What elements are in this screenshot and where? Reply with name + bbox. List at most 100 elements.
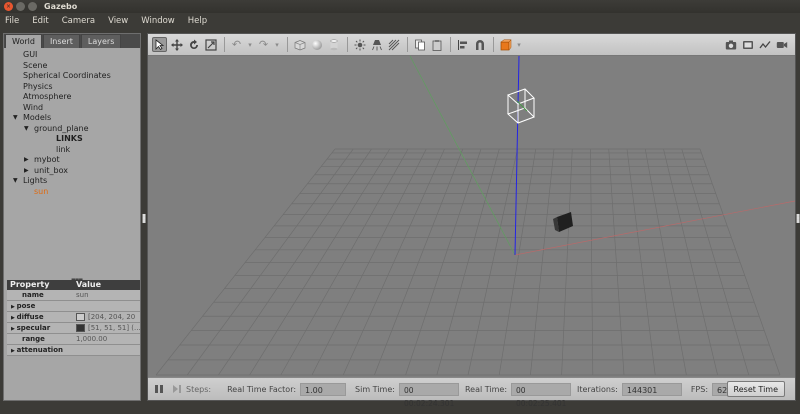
tree-item-spherical-coordinates[interactable]: Spherical Coordinates: [4, 71, 140, 82]
tree-item-physics[interactable]: Physics: [4, 82, 140, 93]
menu-window[interactable]: Window: [141, 16, 175, 26]
value-column-header: Value: [76, 280, 102, 289]
color-swatch[interactable]: [76, 313, 85, 321]
close-window-button[interactable]: ×: [4, 2, 13, 11]
property-value-text: 1,000.00: [76, 334, 108, 343]
tree-item-ground-plane[interactable]: ▼ ground_plane: [4, 124, 140, 135]
tree-item-lights[interactable]: ▼ Lights: [4, 176, 140, 187]
collapse-arrow-icon[interactable]: ▶: [24, 166, 29, 177]
undo-icon[interactable]: ↶: [229, 37, 244, 52]
toolbar-separator: [287, 37, 288, 52]
tree-item-atmosphere[interactable]: Atmosphere: [4, 92, 140, 103]
menu-help[interactable]: Help: [188, 16, 207, 26]
redo-icon[interactable]: ↷: [256, 37, 271, 52]
box-shape-icon[interactable]: [292, 37, 307, 52]
left-panel-resize-handle[interactable]: ▪ ▪ ▪: [142, 213, 146, 225]
property-row-pose[interactable]: ▶ pose: [7, 301, 140, 312]
undo-history-icon[interactable]: ▾: [246, 37, 254, 52]
reset-time-button[interactable]: Reset Time: [726, 381, 785, 397]
plot-icon[interactable]: [757, 37, 772, 52]
tree-item-link[interactable]: link: [4, 145, 140, 156]
property-value-text: [51, 51, 51] (...: [88, 323, 140, 332]
steps-label: Steps:: [186, 384, 212, 394]
tree-item-links[interactable]: LINKS: [4, 134, 140, 145]
rotate-mode-icon[interactable]: [186, 37, 201, 52]
property-row-range[interactable]: range 1,000.00: [7, 334, 140, 345]
property-name-text: diffuse: [16, 313, 44, 321]
tree-item-mybot[interactable]: ▶ mybot: [4, 155, 140, 166]
change-view-dropdown-icon[interactable]: ▾: [515, 37, 523, 52]
collapse-arrow-icon[interactable]: ▶: [24, 155, 29, 166]
directional-light-icon[interactable]: [386, 37, 401, 52]
menu-edit[interactable]: Edit: [32, 16, 48, 26]
expand-arrow-icon[interactable]: ▼: [13, 176, 18, 187]
property-value[interactable]: sun: [73, 290, 140, 300]
property-name-text: attenuation: [16, 346, 63, 354]
tree-item-label: Spherical Coordinates: [23, 71, 111, 80]
cylinder-shape-icon[interactable]: [326, 37, 341, 52]
property-name: ▶ pose: [7, 301, 140, 311]
maximize-window-button[interactable]: [28, 2, 37, 11]
left-tabs: World Insert Layers: [4, 34, 140, 48]
left-panel: World Insert Layers GUI Scene Spherical Co…: [3, 33, 141, 401]
translate-mode-icon[interactable]: [169, 37, 184, 52]
tree-item-label: sun: [34, 186, 49, 196]
property-name: ▶ attenuation: [7, 345, 140, 355]
point-light-icon[interactable]: [352, 37, 367, 52]
real-time-label: Real Time:: [464, 384, 508, 394]
property-value[interactable]: 1,000.00: [73, 334, 140, 344]
scale-mode-icon[interactable]: [203, 37, 218, 52]
video-record-icon[interactable]: [774, 37, 789, 52]
y-axis-line: [409, 56, 516, 256]
property-row-attenuation[interactable]: ▶ attenuation: [7, 345, 140, 356]
log-icon[interactable]: [740, 37, 755, 52]
property-row-specular[interactable]: ▶ specular [51, 51, 51] (...: [7, 323, 140, 334]
select-mode-icon[interactable]: [152, 37, 167, 52]
tree-item-label: LINKS: [56, 134, 83, 143]
color-swatch[interactable]: [76, 324, 85, 332]
tree-item-unit-box[interactable]: ▶ unit_box: [4, 166, 140, 177]
copy-icon[interactable]: [412, 37, 427, 52]
unit-box-model[interactable]: [553, 212, 573, 232]
viewport-toolbar: ↶ ▾ ↷ ▾ ▾: [148, 34, 795, 56]
step-icon[interactable]: [172, 384, 182, 394]
property-name-text: range: [22, 335, 45, 343]
right-panel-resize-handle[interactable]: ▪ ▪ ▪: [796, 213, 800, 225]
menu-camera[interactable]: Camera: [62, 16, 95, 26]
snap-icon[interactable]: [472, 37, 487, 52]
property-value[interactable]: [51, 51, 51] (...: [73, 323, 140, 333]
tree-item-wind[interactable]: Wind: [4, 103, 140, 114]
property-value[interactable]: [204, 204, 20: [73, 312, 140, 322]
tree-item-gui[interactable]: GUI: [4, 50, 140, 61]
redo-history-icon[interactable]: ▾: [273, 37, 281, 52]
tab-world[interactable]: World: [5, 34, 42, 48]
status-bar: Steps: Real Time Factor: 1.00 Sim Time: …: [148, 377, 795, 408]
z-axis-line: [514, 56, 520, 256]
paste-icon[interactable]: [429, 37, 444, 52]
tree-item-sun[interactable]: sun: [4, 187, 140, 198]
property-row-name[interactable]: name sun: [7, 290, 140, 301]
menu-file[interactable]: File: [5, 16, 19, 26]
tree-item-label: Wind: [23, 102, 44, 112]
scene-canvas[interactable]: [148, 56, 795, 377]
tree-item-models[interactable]: ▼ Models: [4, 113, 140, 124]
screenshot-icon[interactable]: [723, 37, 738, 52]
minimize-window-button[interactable]: [16, 2, 25, 11]
pause-icon[interactable]: [154, 384, 164, 394]
tab-insert[interactable]: Insert: [42, 34, 80, 48]
tree-item-scene[interactable]: Scene: [4, 61, 140, 72]
menu-view[interactable]: View: [108, 16, 128, 26]
align-icon[interactable]: [455, 37, 470, 52]
sphere-shape-icon[interactable]: [309, 37, 324, 52]
sun-light-marker[interactable]: [507, 88, 535, 124]
property-column-header: Property: [10, 280, 50, 289]
spot-light-icon[interactable]: [369, 37, 384, 52]
property-row-diffuse[interactable]: ▶ diffuse [204, 204, 20: [7, 312, 140, 323]
expand-arrow-icon[interactable]: ▼: [24, 124, 29, 135]
sim-time-label: Sim Time:: [355, 384, 395, 394]
real-time-factor-label: Real Time Factor:: [227, 384, 297, 394]
expand-arrow-icon[interactable]: ▼: [13, 113, 18, 124]
change-view-icon[interactable]: [498, 37, 513, 52]
title-bar: × Gazebo: [0, 0, 800, 13]
tab-layers[interactable]: Layers: [80, 34, 122, 48]
